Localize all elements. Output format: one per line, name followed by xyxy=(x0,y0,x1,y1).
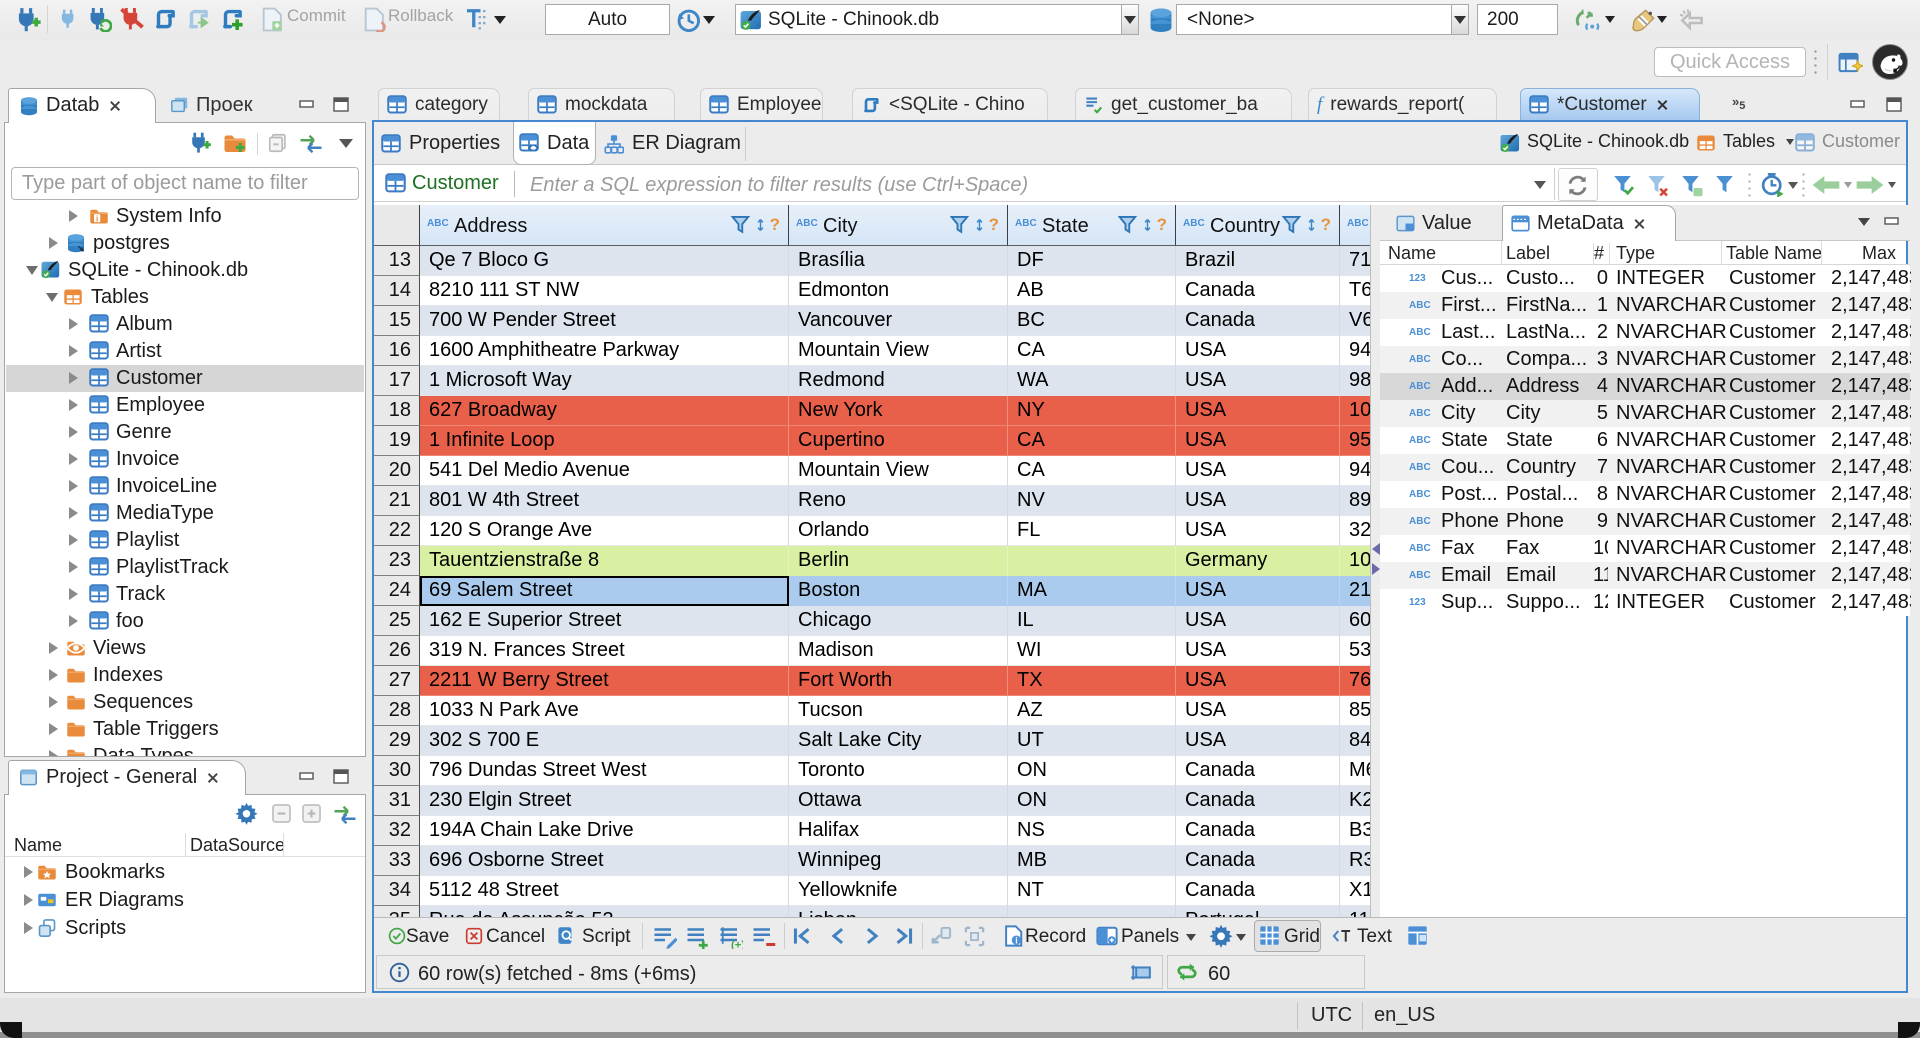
svg-text:i: i xyxy=(96,214,98,223)
svg-text:i: i xyxy=(1015,935,1017,945)
svg-text:(+): (+) xyxy=(731,939,743,949)
